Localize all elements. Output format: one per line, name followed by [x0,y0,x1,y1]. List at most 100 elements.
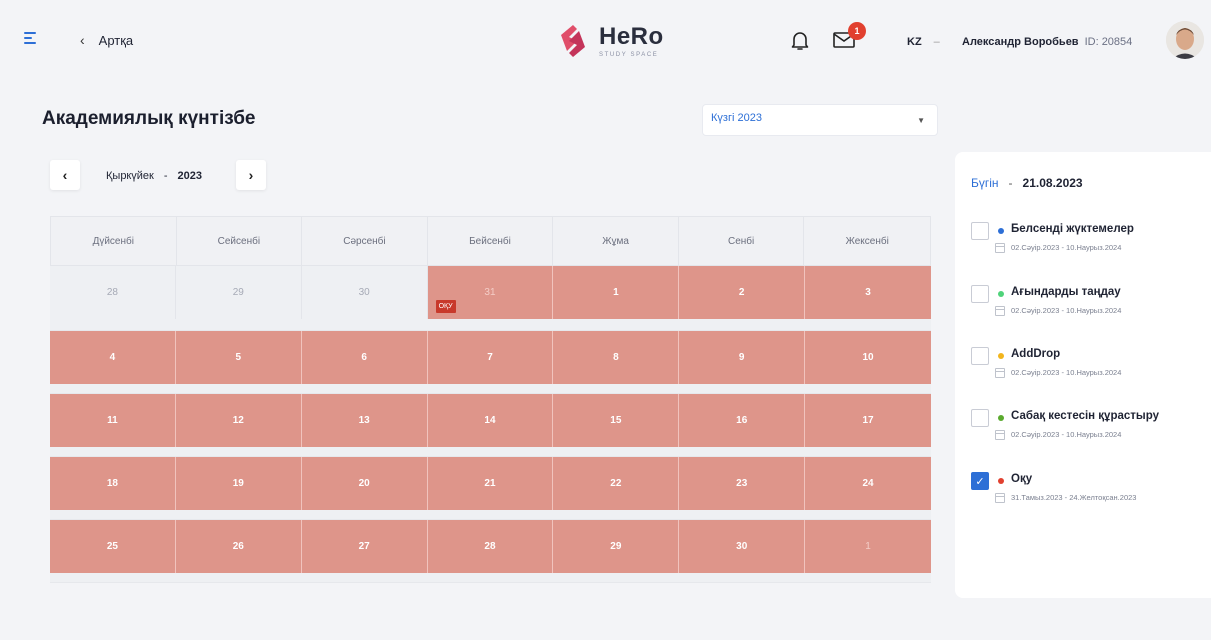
event-item: Ағындарды таңдау 02.Сәуір.2023 - 10.Наур… [971,283,1201,331]
day-cell[interactable]: 7 [427,331,554,384]
semester-select[interactable]: Күзгі 2023 ▼ [702,104,938,136]
prev-month-button[interactable]: ‹ [50,160,80,190]
day-cell[interactable]: 23 [679,457,806,510]
chevron-left-icon: ‹ [62,167,68,183]
logo: HeRo STUDY SPACE [553,21,664,61]
event-checkbox[interactable] [971,222,989,240]
event-color-dot [998,415,1004,421]
month-label: Қыркүйек - 2023 [106,170,202,182]
day-cell[interactable]: 19 [175,457,302,510]
week-row: 28 29 30 31 ОҚУ 1 2 3 [50,266,931,319]
language-selector[interactable]: KZ – [907,36,940,48]
avatar[interactable] [1166,21,1204,59]
weekday-header: Дүйсенбі Сейсенбі Сәрсенбі Бейсенбі Жұма… [50,216,931,266]
today-date: 21.08.2023 [1022,176,1083,190]
week-row: 18 19 20 21 22 23 24 [50,457,931,510]
weekday-label: Сенбі [679,217,805,265]
day-cell[interactable]: 16 [679,394,806,447]
hero-logo-icon [553,21,593,61]
calendar-icon [995,493,1005,503]
day-cell[interactable]: 17 [805,394,931,447]
day-cell[interactable]: 29 [175,266,302,319]
row-divider [50,447,931,457]
events-panel: Бүгін - 21.08.2023 Белсенді жүктемелер 0… [955,152,1211,598]
day-cell[interactable]: 21 [427,457,554,510]
day-cell[interactable]: 15 [553,394,680,447]
day-cell[interactable]: 5 [175,331,302,384]
day-cell[interactable]: 18 [50,457,176,510]
event-range: 31.Тамыз.2023 - 24.Желтоқсан.2023 [1011,493,1137,502]
weekday-label: Жексенбі [845,235,889,247]
chevron-right-icon: › [248,167,254,183]
row-divider [50,384,931,394]
day-cell[interactable]: 27 [301,520,428,573]
user-info: Александр Воробьев ID: 20854 [962,36,1132,48]
user-name: Александр Воробьев [962,36,1079,48]
event-title: Белсенді жүктемелер [1011,223,1134,235]
bell-icon[interactable] [790,30,810,52]
day-cell[interactable]: 30 [301,266,428,319]
row-divider [50,319,931,331]
event-checkbox[interactable] [971,285,989,303]
weekday-label: Бейсенбі [428,217,554,265]
page-title: Академиялық күнтізбе [42,108,256,129]
day-cell[interactable]: 26 [175,520,302,573]
event-range: 02.Сәуір.2023 - 10.Наурыз.2024 [1011,430,1122,439]
mail-badge: 1 [848,22,866,40]
month-separator: - [163,170,168,182]
day-cell[interactable]: 31 ОҚУ [427,266,554,319]
week-row: 25 26 27 28 29 30 1 [50,520,931,573]
calendar-grid: Дүйсенбі Сейсенбі Сәрсенбі Бейсенбі Жұма… [50,216,931,583]
event-color-dot [998,291,1004,297]
calendar-icon [995,430,1005,440]
today-separator: - [1008,176,1013,190]
day-cell[interactable]: 30 [679,520,806,573]
event-checkbox[interactable] [971,409,989,427]
month-name: Қыркүйек [106,170,154,182]
day-cell[interactable]: 1 [553,266,680,319]
day-cell[interactable]: 2 [679,266,806,319]
checkmark-icon: ✓ [975,475,985,488]
day-cell[interactable]: 29 [553,520,680,573]
day-cell[interactable]: 11 [50,394,176,447]
back-label: Артқа [98,32,134,48]
day-cell[interactable]: 1 [805,520,931,573]
event-tag[interactable]: ОҚУ [435,300,456,313]
event-range: 02.Сәуір.2023 - 10.Наурыз.2024 [1011,368,1122,377]
day-cell[interactable]: 13 [301,394,428,447]
day-cell[interactable]: 6 [301,331,428,384]
day-cell[interactable]: 25 [50,520,176,573]
event-color-dot [998,228,1004,234]
logo-subtitle: STUDY SPACE [599,51,659,58]
weekday-label: Сейсенбі [177,217,303,265]
chevron-left-icon: ‹ [80,32,85,48]
calendar-icon [995,306,1005,316]
weekday-label: Сәрсенбі [302,217,428,265]
event-checkbox[interactable]: ✓ [971,472,989,490]
day-cell[interactable]: 8 [553,331,680,384]
day-cell[interactable]: 28 [427,520,554,573]
day-number: 31 [484,287,496,298]
next-month-button[interactable]: › [236,160,266,190]
event-color-dot [998,353,1004,359]
day-cell[interactable]: 28 [50,266,176,319]
hamburger-menu-icon[interactable] [24,32,40,46]
day-cell[interactable]: 3 [805,266,931,319]
day-cell[interactable]: 9 [679,331,806,384]
day-cell[interactable]: 4 [50,331,176,384]
event-checkbox[interactable] [971,347,989,365]
day-cell[interactable]: 22 [553,457,680,510]
event-range: 02.Сәуір.2023 - 10.Наурыз.2024 [1011,243,1122,252]
day-cell[interactable]: 14 [427,394,554,447]
day-cell[interactable]: 20 [301,457,428,510]
day-cell[interactable]: 24 [805,457,931,510]
today-label[interactable]: Бүгін [971,176,999,190]
user-id: ID: 20854 [1084,36,1133,48]
top-header: ‹ Артқа HeRo STUDY SPACE 1 KZ – Александ… [0,0,1211,80]
back-button[interactable]: ‹ Артқа [80,32,133,48]
day-cell[interactable]: 10 [805,331,931,384]
week-row: 11 12 13 14 15 16 17 [50,394,931,447]
day-cell[interactable]: 12 [175,394,302,447]
calendar-icon [995,368,1005,378]
language-label: KZ [907,36,922,48]
